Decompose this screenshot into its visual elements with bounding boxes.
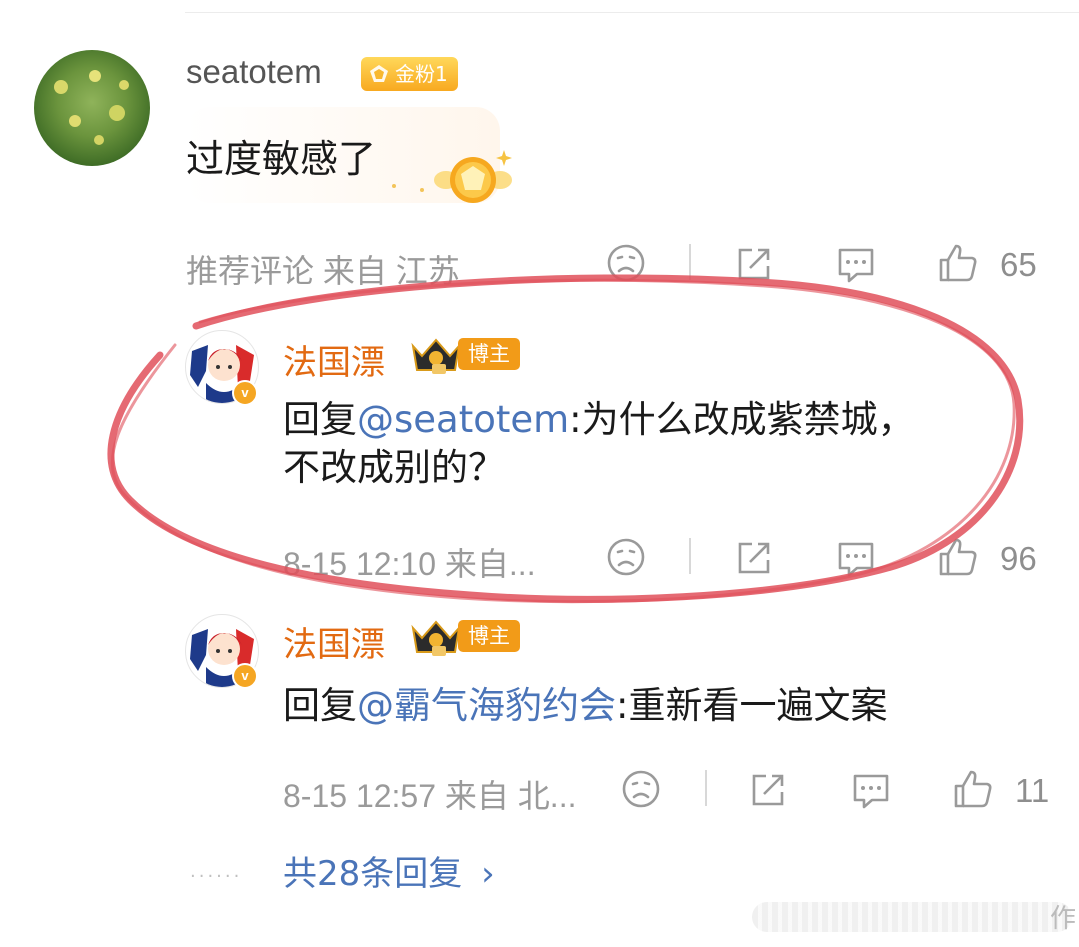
reply-meta: 8-15 12:10 来自... xyxy=(283,546,536,582)
verified-badge-icon: v xyxy=(232,380,258,406)
verified-badge-icon: v xyxy=(232,663,258,689)
comment-icon[interactable] xyxy=(835,244,877,286)
reply-text-line2: 不改成别的？ xyxy=(283,446,505,489)
share-icon[interactable] xyxy=(748,770,788,810)
crown-icon xyxy=(411,620,461,656)
share-icon[interactable] xyxy=(734,244,774,284)
blogger-badge-label: 博主 xyxy=(458,338,520,370)
gem-icon xyxy=(370,65,388,82)
avatar[interactable] xyxy=(34,50,150,166)
comment-username[interactable]: seatotem xyxy=(186,53,322,91)
comment-meta: 推荐评论 来自 江苏 xyxy=(186,253,460,289)
view-more-replies-link[interactable]: 共28条回复 › xyxy=(283,846,495,895)
fan-badge: 金粉1 xyxy=(361,57,458,91)
like-count: 96 xyxy=(1000,540,1037,577)
comment-icon[interactable] xyxy=(850,770,892,812)
reply-prefix: 回复 xyxy=(283,398,357,441)
reply-meta: 8-15 12:57 来自 北... xyxy=(283,778,577,814)
gold-fan-decoration-icon xyxy=(392,150,512,203)
top-divider xyxy=(185,12,1079,13)
like-icon[interactable] xyxy=(952,768,994,810)
separator xyxy=(705,770,707,806)
reply-username[interactable]: 法国漂 xyxy=(283,335,385,384)
share-icon[interactable] xyxy=(734,538,774,578)
reply-prefix: 回复 xyxy=(283,684,357,727)
dotted-leader: ······ xyxy=(190,866,243,887)
reply-username[interactable]: 法国漂 xyxy=(283,617,385,666)
comment-icon[interactable] xyxy=(835,538,877,580)
like-icon[interactable] xyxy=(937,242,979,284)
dislike-icon[interactable] xyxy=(606,243,646,283)
reply-text-line1: :重新看一遍文案 xyxy=(616,684,888,727)
separator xyxy=(689,244,691,280)
watermark xyxy=(752,902,1072,932)
fan-badge-label: 金粉1 xyxy=(395,62,448,86)
crown-icon xyxy=(411,338,461,374)
watermark-char: 作 xyxy=(1050,904,1077,934)
chevron-right-icon: › xyxy=(481,854,495,894)
comment-text[interactable]: 过度敏感了 xyxy=(186,128,376,183)
reply-text[interactable]: 回复@霸气海豹约会:重新看一遍文案 xyxy=(283,682,887,730)
dislike-icon[interactable] xyxy=(606,537,646,577)
like-icon[interactable] xyxy=(937,536,979,578)
mention-link[interactable]: @seatotem xyxy=(357,398,569,441)
blogger-badge-label: 博主 xyxy=(458,620,520,652)
mention-link[interactable]: @霸气海豹约会 xyxy=(357,684,616,727)
reply-text[interactable]: 回复@seatotem:为什么改成紫禁城， 不改成别的？ xyxy=(283,396,915,492)
more-replies-label: 共28条回复 xyxy=(283,854,463,894)
reply-text-line1: :为什么改成紫禁城， xyxy=(569,398,915,441)
separator xyxy=(689,538,691,574)
like-count: 11 xyxy=(1015,772,1050,809)
dislike-icon[interactable] xyxy=(621,769,661,809)
like-count: 65 xyxy=(1000,246,1037,283)
